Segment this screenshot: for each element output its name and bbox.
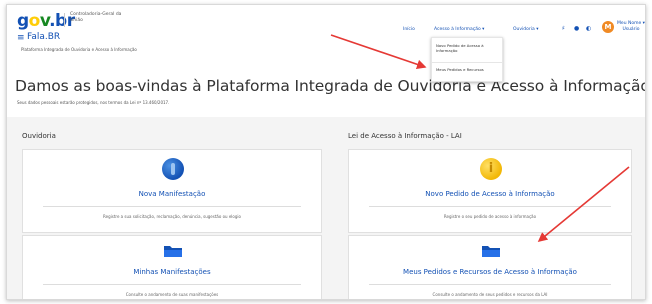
arrow-to-card (537, 166, 630, 243)
annotation-arrows (330, 34, 630, 243)
arrow-to-dropdown (330, 34, 427, 69)
browser-frame: gov.br Controladoria-Geral da União ≡ Fa… (6, 4, 646, 300)
